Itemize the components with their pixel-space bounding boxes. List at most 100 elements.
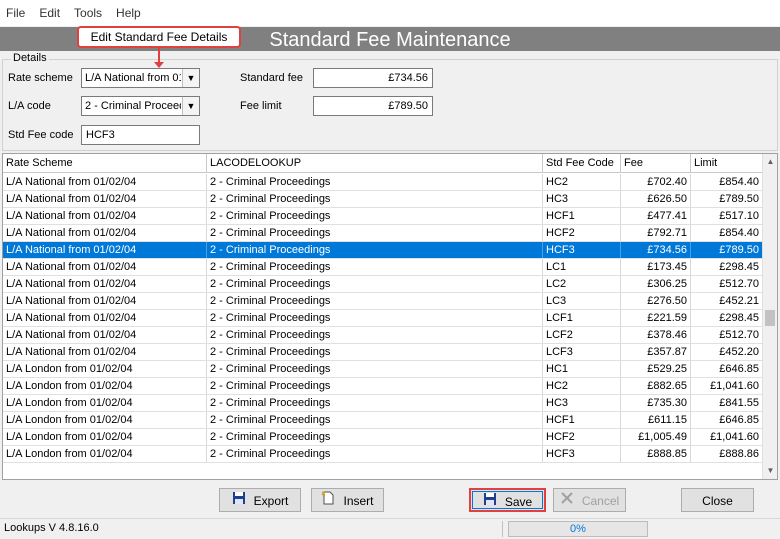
table-row[interactable]: L/A London from 01/02/04 2 - Criminal Pro…	[3, 378, 763, 395]
column-header-limit[interactable]: Limit	[691, 154, 763, 173]
cell-rate-scheme: L/A National from 01/02/04	[3, 225, 207, 241]
scrollbar-thumb[interactable]	[765, 310, 775, 326]
vertical-scrollbar[interactable]: ▲ ▼	[762, 154, 777, 479]
floppy-disk-icon	[232, 490, 246, 512]
cell-lacode: 2 - Criminal Proceedings	[207, 361, 543, 377]
cell-fee: £734.56	[621, 242, 691, 258]
chevron-down-icon[interactable]: ▼	[182, 69, 199, 87]
cell-fee: £1,005.49	[621, 429, 691, 445]
table-row[interactable]: L/A National from 01/02/04 2 - Criminal P…	[3, 208, 763, 225]
table-row[interactable]: L/A National from 01/02/04 2 - Criminal P…	[3, 344, 763, 361]
cell-rate-scheme: L/A London from 01/02/04	[3, 429, 207, 445]
rate-scheme-value: L/A National from 01	[85, 72, 181, 84]
cell-std-fee-code: HCF2	[543, 429, 621, 445]
column-header-fee[interactable]: Fee	[621, 154, 691, 173]
table-row[interactable]: L/A National from 01/02/04 2 - Criminal P…	[3, 327, 763, 344]
menu-help[interactable]: Help	[110, 6, 149, 20]
cell-lacode: 2 - Criminal Proceedings	[207, 327, 543, 343]
table-row[interactable]: L/A London from 01/02/04 2 - Criminal Pro…	[3, 429, 763, 446]
cell-limit: £452.20	[691, 344, 763, 360]
cell-std-fee-code: HC2	[543, 378, 621, 394]
insert-button[interactable]: Insert	[311, 488, 384, 512]
cell-fee: £611.15	[621, 412, 691, 428]
cell-fee: £378.46	[621, 327, 691, 343]
details-legend: Details	[11, 52, 49, 64]
table-row[interactable]: L/A National from 01/02/04 2 - Criminal P…	[3, 174, 763, 191]
cell-lacode: 2 - Criminal Proceedings	[207, 242, 543, 258]
column-header-rate-scheme[interactable]: Rate Scheme	[3, 154, 207, 173]
cell-rate-scheme: L/A National from 01/02/04	[3, 276, 207, 292]
cancel-button[interactable]: Cancel	[553, 488, 626, 512]
la-code-value: 2 - Criminal Proceedings	[85, 100, 181, 112]
cell-lacode: 2 - Criminal Proceedings	[207, 259, 543, 275]
la-code-label: L/A code	[8, 100, 51, 112]
column-header-std-fee-code[interactable]: Std Fee Code	[543, 154, 621, 173]
cell-lacode: 2 - Criminal Proceedings	[207, 412, 543, 428]
std-fee-code-field[interactable]: HCF3	[81, 125, 200, 145]
cell-limit: £841.55	[691, 395, 763, 411]
cell-std-fee-code: HC2	[543, 174, 621, 190]
cell-limit: £512.70	[691, 327, 763, 343]
cell-lacode: 2 - Criminal Proceedings	[207, 310, 543, 326]
scroll-up-icon[interactable]: ▲	[763, 154, 777, 170]
table-row[interactable]: L/A National from 01/02/04 2 - Criminal P…	[3, 191, 763, 208]
cell-lacode: 2 - Criminal Proceedings	[207, 293, 543, 309]
chevron-down-icon[interactable]: ▼	[182, 97, 199, 115]
table-row[interactable]: L/A London from 01/02/04 2 - Criminal Pro…	[3, 361, 763, 378]
cell-lacode: 2 - Criminal Proceedings	[207, 344, 543, 360]
cell-fee: £276.50	[621, 293, 691, 309]
cell-limit: £298.45	[691, 310, 763, 326]
callout-arrowhead	[154, 62, 164, 68]
table-row[interactable]: L/A National from 01/02/04 2 - Criminal P…	[3, 276, 763, 293]
cell-fee: £735.30	[621, 395, 691, 411]
fee-limit-field[interactable]: £789.50	[313, 96, 433, 116]
cancel-x-icon	[560, 490, 574, 512]
cell-rate-scheme: L/A National from 01/02/04	[3, 310, 207, 326]
cell-fee: £173.45	[621, 259, 691, 275]
cell-std-fee-code: HCF3	[543, 242, 621, 258]
fee-grid[interactable]: Rate Scheme LACODELOOKUP Std Fee Code Fe…	[2, 153, 778, 480]
cell-std-fee-code: LC3	[543, 293, 621, 309]
save-button[interactable]: Save	[469, 488, 546, 512]
cell-fee: £882.65	[621, 378, 691, 394]
menu-tools[interactable]: Tools	[68, 6, 110, 20]
cell-rate-scheme: L/A National from 01/02/04	[3, 293, 207, 309]
scroll-down-icon[interactable]: ▼	[763, 463, 777, 479]
table-row[interactable]: L/A National from 01/02/04 2 - Criminal P…	[3, 259, 763, 276]
save-label: Save	[504, 494, 533, 509]
cell-rate-scheme: L/A National from 01/02/04	[3, 259, 207, 275]
column-header-lacode[interactable]: LACODELOOKUP	[207, 154, 543, 173]
cell-std-fee-code: LCF3	[543, 344, 621, 360]
status-separator	[502, 521, 503, 537]
standard-fee-field[interactable]: £734.56	[313, 68, 433, 88]
cell-limit: £1,041.60	[691, 378, 763, 394]
menu-file[interactable]: File	[0, 6, 33, 20]
menu-edit[interactable]: Edit	[33, 6, 68, 20]
table-row[interactable]: L/A National from 01/02/04 2 - Criminal P…	[3, 293, 763, 310]
close-button[interactable]: Close	[681, 488, 754, 512]
cell-std-fee-code: LCF1	[543, 310, 621, 326]
table-row[interactable]: L/A National from 01/02/04 2 - Criminal P…	[3, 242, 763, 259]
table-row[interactable]: L/A London from 01/02/04 2 - Criminal Pro…	[3, 395, 763, 412]
cell-std-fee-code: LC1	[543, 259, 621, 275]
table-row[interactable]: L/A London from 01/02/04 2 - Criminal Pro…	[3, 446, 763, 463]
cell-limit: £646.85	[691, 361, 763, 377]
cell-fee: £221.59	[621, 310, 691, 326]
cell-std-fee-code: HC3	[543, 395, 621, 411]
cell-limit: £298.45	[691, 259, 763, 275]
cancel-label: Cancel	[581, 493, 620, 508]
cell-rate-scheme: L/A National from 01/02/04	[3, 174, 207, 190]
cell-rate-scheme: L/A London from 01/02/04	[3, 395, 207, 411]
cell-std-fee-code: HC1	[543, 361, 621, 377]
la-code-combo[interactable]: 2 - Criminal Proceedings ▼	[81, 96, 200, 116]
callout-edit-details: Edit Standard Fee Details	[77, 26, 241, 48]
table-row[interactable]: L/A National from 01/02/04 2 - Criminal P…	[3, 225, 763, 242]
table-row[interactable]: L/A National from 01/02/04 2 - Criminal P…	[3, 310, 763, 327]
cell-rate-scheme: L/A National from 01/02/04	[3, 208, 207, 224]
cell-lacode: 2 - Criminal Proceedings	[207, 191, 543, 207]
rate-scheme-combo[interactable]: L/A National from 01 ▼	[81, 68, 200, 88]
cell-std-fee-code: LC2	[543, 276, 621, 292]
version-text: Lookups V 4.8.16.0	[4, 522, 99, 534]
table-row[interactable]: L/A London from 01/02/04 2 - Criminal Pro…	[3, 412, 763, 429]
export-button[interactable]: Export	[219, 488, 301, 512]
